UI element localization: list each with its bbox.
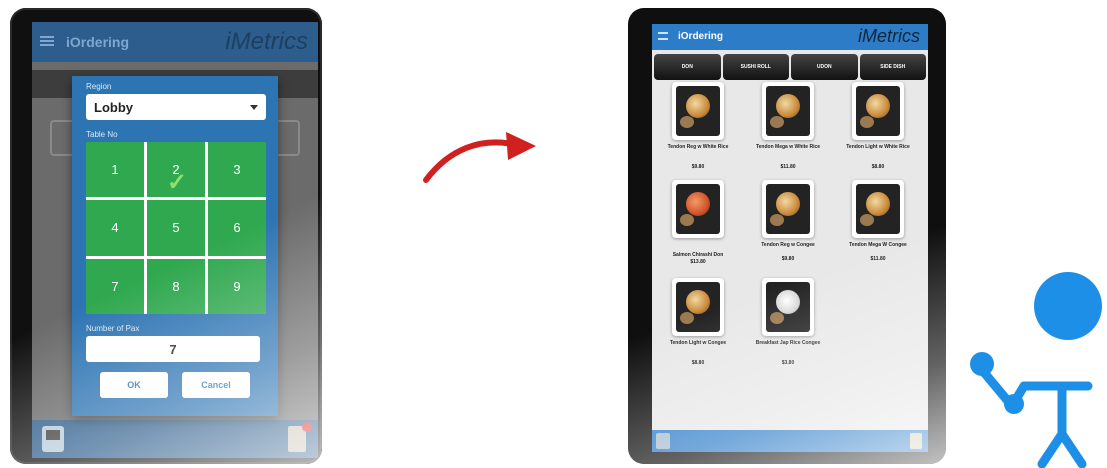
table-selection-dialog: Region Lobby Table No 1 2 ✓ 3 4 5 6 7 8 9…	[72, 76, 278, 416]
key-3[interactable]: 3	[208, 142, 266, 198]
menu-item-price: $8.80	[691, 360, 705, 366]
table-number-keypad: 1 2 ✓ 3 4 5 6 7 8 9	[86, 142, 266, 314]
menu-item-name: Tendon Reg w White Rice	[667, 144, 729, 150]
key-2[interactable]: 2 ✓	[147, 142, 205, 198]
tablet1-screen: iOrdering iMetrics Region Lobby Table No…	[32, 22, 318, 458]
curved-arrow-icon	[423, 132, 536, 183]
menu-item[interactable]: Tendon Reg w Congee $9.80	[748, 180, 828, 276]
menu-item-price: $11.80	[780, 164, 796, 170]
food-photo	[762, 180, 814, 238]
tablet-table-selection: iOrdering iMetrics Region Lobby Table No…	[10, 8, 322, 464]
tab-udon[interactable]: UDON	[791, 54, 858, 80]
cancel-button[interactable]: Cancel	[182, 372, 250, 398]
region-value: Lobby	[94, 100, 133, 115]
food-photo	[762, 82, 814, 140]
key-8[interactable]: 8	[147, 258, 205, 314]
region-select[interactable]: Lobby	[86, 94, 266, 120]
tablet1-top-bar: iOrdering iMetrics	[32, 22, 318, 62]
tab-sushi-roll[interactable]: SUSHI ROLL	[722, 54, 789, 80]
menu-item-name: Tendon Mega W Congee	[849, 242, 907, 248]
menu-item-price: $9.80	[781, 256, 795, 262]
tab-don[interactable]: DON	[654, 54, 721, 80]
tablet1-brand-logo: iMetrics	[225, 28, 308, 55]
notification-badge-icon	[302, 422, 312, 432]
ok-button[interactable]: OK	[100, 372, 168, 398]
tab-side-dish[interactable]: SIDE DISH	[859, 54, 926, 80]
key-7[interactable]: 7	[86, 258, 144, 314]
menu-item[interactable]: Tendon Light w White Rice $8.80	[838, 82, 918, 178]
tablet2-screen: iOrdering iMetrics DON SUSHI ROLL UDON S…	[652, 24, 928, 452]
pax-input[interactable]: 7	[86, 336, 260, 362]
menu-item-name: Breakfast Jap Rice Congee	[755, 340, 821, 346]
tablet2-bottom-bar	[652, 430, 928, 452]
menu-item[interactable]: Tendon Mega W Congee $11.80	[838, 180, 918, 276]
caret-down-icon	[250, 105, 258, 110]
pax-label: Number of Pax	[86, 324, 140, 333]
food-photo	[672, 278, 724, 336]
menu-item-name: Tendon Light w White Rice	[846, 144, 910, 150]
table-number-label: Table No	[86, 130, 118, 139]
menu-item-price: $11.80	[870, 256, 886, 262]
menu-item-name: Tendon Reg w Congee	[761, 242, 815, 248]
menu-item-name: Salmon Chirashi Don	[672, 252, 724, 258]
menu-item-price: $8.80	[871, 164, 885, 170]
tablet-menu: iOrdering iMetrics DON SUSHI ROLL UDON S…	[628, 8, 946, 464]
key-9[interactable]: 9	[208, 258, 266, 314]
menu-item[interactable]: Tendon Reg w White Rice $9.80	[658, 82, 738, 178]
key-4[interactable]: 4	[86, 200, 144, 256]
checkmark-icon: ✓	[167, 169, 188, 196]
menu-icon[interactable]	[40, 36, 54, 46]
tablet2-brand-logo: iMetrics	[858, 26, 920, 46]
food-photo	[852, 180, 904, 238]
tablet2-app-title: iOrdering	[678, 31, 724, 42]
menu-item[interactable]: Tendon Mega w White Rice $11.80	[748, 82, 828, 178]
key-5[interactable]: 5	[147, 200, 205, 256]
menu-item-price: $13.80	[690, 259, 706, 265]
food-photo	[672, 180, 724, 238]
menu-item-name: Tendon Light w Congee	[669, 340, 727, 346]
menu-grid: Tendon Reg w White Rice $9.80 Tendon Meg…	[652, 82, 928, 428]
tablet1-bottom-bar	[32, 420, 318, 458]
key-6[interactable]: 6	[208, 200, 266, 256]
key-1[interactable]: 1	[86, 142, 144, 198]
region-label: Region	[86, 82, 112, 91]
food-photo	[852, 82, 904, 140]
menu-item-name: Tendon Mega w White Rice	[755, 144, 821, 150]
order-list-icon[interactable]	[910, 433, 922, 449]
stick-figure-icon	[970, 272, 1102, 468]
category-tabs: DON SUSHI ROLL UDON SIDE DISH	[652, 54, 928, 80]
menu-item[interactable]: Tendon Light w Congee $8.80	[658, 278, 738, 374]
menu-item[interactable]: Breakfast Jap Rice Congee $3.80	[748, 278, 828, 374]
food-photo	[762, 278, 814, 336]
menu-item-price: $9.80	[691, 164, 705, 170]
menu-icon[interactable]	[658, 32, 668, 40]
tablet1-app-title: iOrdering	[66, 34, 130, 50]
printer-icon[interactable]	[42, 426, 64, 452]
printer-icon[interactable]	[656, 433, 670, 449]
tablet2-top-bar: iOrdering iMetrics	[652, 24, 928, 50]
menu-item-price: $3.80	[781, 360, 795, 366]
food-photo	[672, 82, 724, 140]
menu-item[interactable]: Salmon Chirashi Don $13.80	[658, 180, 738, 276]
